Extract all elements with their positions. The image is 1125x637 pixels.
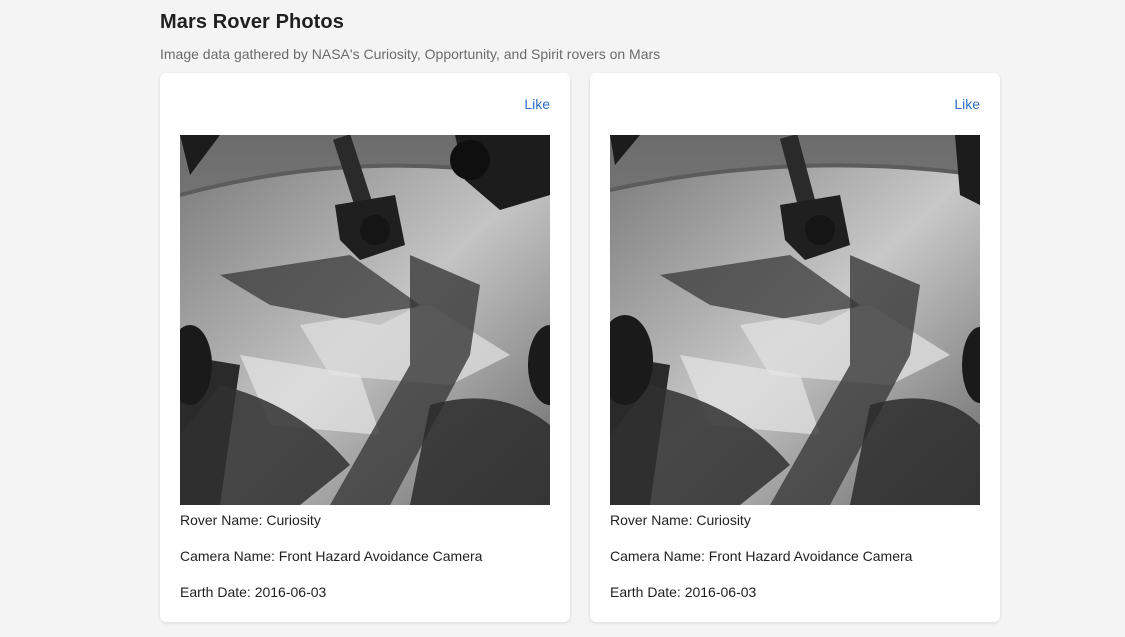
camera-name: Camera Name: Front Hazard Avoidance Came… xyxy=(180,548,483,564)
photo-grid: Like Rover Name: Curiosity Camera Name: … xyxy=(160,73,1000,622)
rover-name: Rover Name: Curiosity xyxy=(610,512,751,528)
page-title: Mars Rover Photos xyxy=(160,11,344,33)
rover-name: Rover Name: Curiosity xyxy=(180,512,321,528)
camera-name: Camera Name: Front Hazard Avoidance Came… xyxy=(610,548,913,564)
earth-date: Earth Date: 2016-06-03 xyxy=(610,584,757,600)
earth-date: Earth Date: 2016-06-03 xyxy=(180,584,327,600)
photo-card: Like Rover Name: Curiosity Camera Name: … xyxy=(590,73,1000,622)
rover-photo[interactable] xyxy=(180,135,550,505)
page-subtitle: Image data gathered by NASA's Curiosity,… xyxy=(160,46,661,62)
page: Mars Rover Photos Image data gathered by… xyxy=(0,0,1125,637)
like-button[interactable]: Like xyxy=(524,96,550,112)
like-button[interactable]: Like xyxy=(954,96,980,112)
photo-card: Like Rover Name: Curiosity Camera Name: … xyxy=(160,73,570,622)
rover-photo[interactable] xyxy=(610,135,980,505)
